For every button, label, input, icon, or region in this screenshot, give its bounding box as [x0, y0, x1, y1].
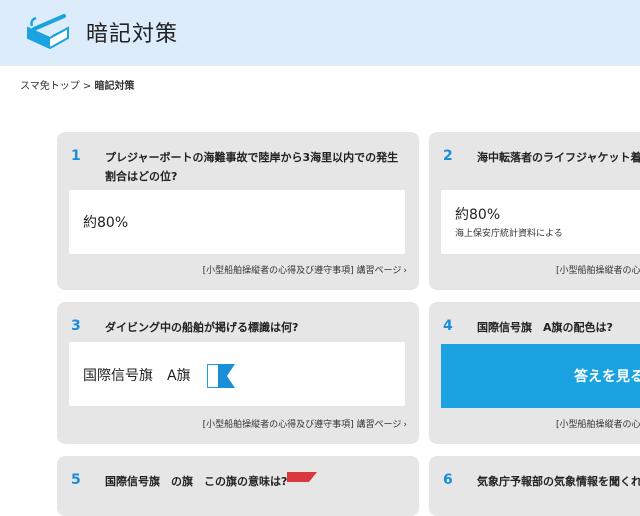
- lesson-page-link[interactable]: [小型船舶操縦者の心得及び遵守事項] 講習ページ ›: [203, 417, 407, 430]
- lesson-page-link[interactable]: [小型船舶操縦者の心得及び遵守事項] 講習ページ ›: [203, 263, 407, 276]
- show-answer-label: 答えを見る: [574, 368, 640, 384]
- app-header: 暗記対策: [0, 0, 640, 66]
- answer-text: 約80%: [455, 207, 501, 223]
- chevron-right-icon: ›: [403, 266, 407, 276]
- question-text: 国際信号旗 の旗 この旗の意味は?: [105, 475, 288, 488]
- question-number: 4: [443, 318, 453, 334]
- chevron-right-icon: ›: [403, 420, 407, 430]
- lesson-link-label: [小型船舶操縦者の心: [556, 420, 640, 430]
- question-card-1: 1 プレジャーボートの海難事故で陸岸から3海里以内での発生割合はどの位? 約80…: [57, 132, 419, 290]
- question-text: ダイビング中の船舶が掲げる標識は何?: [105, 321, 299, 334]
- answer-text: 国際信号旗 A旗: [83, 364, 236, 388]
- question-number: 5: [71, 472, 81, 488]
- flag-red-icon: [287, 472, 317, 482]
- question-number: 2: [443, 148, 453, 164]
- question-number: 3: [71, 318, 81, 334]
- breadcrumb-home-link[interactable]: スマ免トップ: [20, 81, 80, 92]
- answer-label: 国際信号旗 A旗: [83, 368, 191, 384]
- lesson-link-label: [小型船舶操縦者の心: [556, 266, 640, 276]
- question-number: 1: [71, 148, 81, 164]
- lesson-link-label: [小型船舶操縦者の心得及び遵守事項] 講習ページ: [202, 266, 402, 276]
- answer-text: 約80%: [83, 215, 129, 231]
- breadcrumb-current: 暗記対策: [94, 81, 135, 92]
- question-card-4: 4 国際信号旗 A旗の配色は? 答えを見る [小型船舶操縦者の心: [429, 302, 640, 444]
- question-number: 6: [443, 472, 453, 488]
- question-text: プレジャーボートの海難事故で陸岸から3海里以内での発生割合はどの位?: [105, 151, 399, 183]
- show-answer-button[interactable]: 答えを見る: [441, 344, 640, 408]
- question-text: 気象庁予報部の気象情報を聞くれ: [477, 475, 640, 488]
- question-text: 海中転落者のライフジャケット着: [477, 151, 640, 164]
- question-text: 国際信号旗 A旗の配色は?: [477, 321, 613, 334]
- lesson-page-link[interactable]: [小型船舶操縦者の心: [556, 417, 640, 430]
- lesson-link-label: [小型船舶操縦者の心得及び遵守事項] 講習ページ: [202, 420, 402, 430]
- flag-a-icon: [207, 364, 236, 388]
- question-card-2: 2 海中転落者のライフジャケット着 約80% 海上保安庁統計資料による [小型船…: [429, 132, 640, 290]
- lesson-page-link[interactable]: [小型船舶操縦者の心: [556, 263, 640, 276]
- page-title: 暗記対策: [86, 22, 179, 47]
- breadcrumb-separator: >: [79, 81, 95, 92]
- answer-box: 約80%: [69, 190, 405, 254]
- question-card-3: 3 ダイビング中の船舶が掲げる標識は何? 国際信号旗 A旗 [小型船舶操縦者の心…: [57, 302, 419, 444]
- answer-box: 国際信号旗 A旗: [69, 342, 405, 406]
- book-pen-icon: [27, 14, 69, 50]
- question-card-6: 6 気象庁予報部の気象情報を聞くれ: [429, 456, 640, 516]
- answer-box: 約80% 海上保安庁統計資料による: [441, 190, 640, 254]
- breadcrumb: スマ免トップ > 暗記対策: [20, 77, 134, 92]
- answer-note: 海上保安庁統計資料による: [455, 229, 563, 239]
- question-card-5: 5 国際信号旗 の旗 この旗の意味は?: [57, 456, 419, 516]
